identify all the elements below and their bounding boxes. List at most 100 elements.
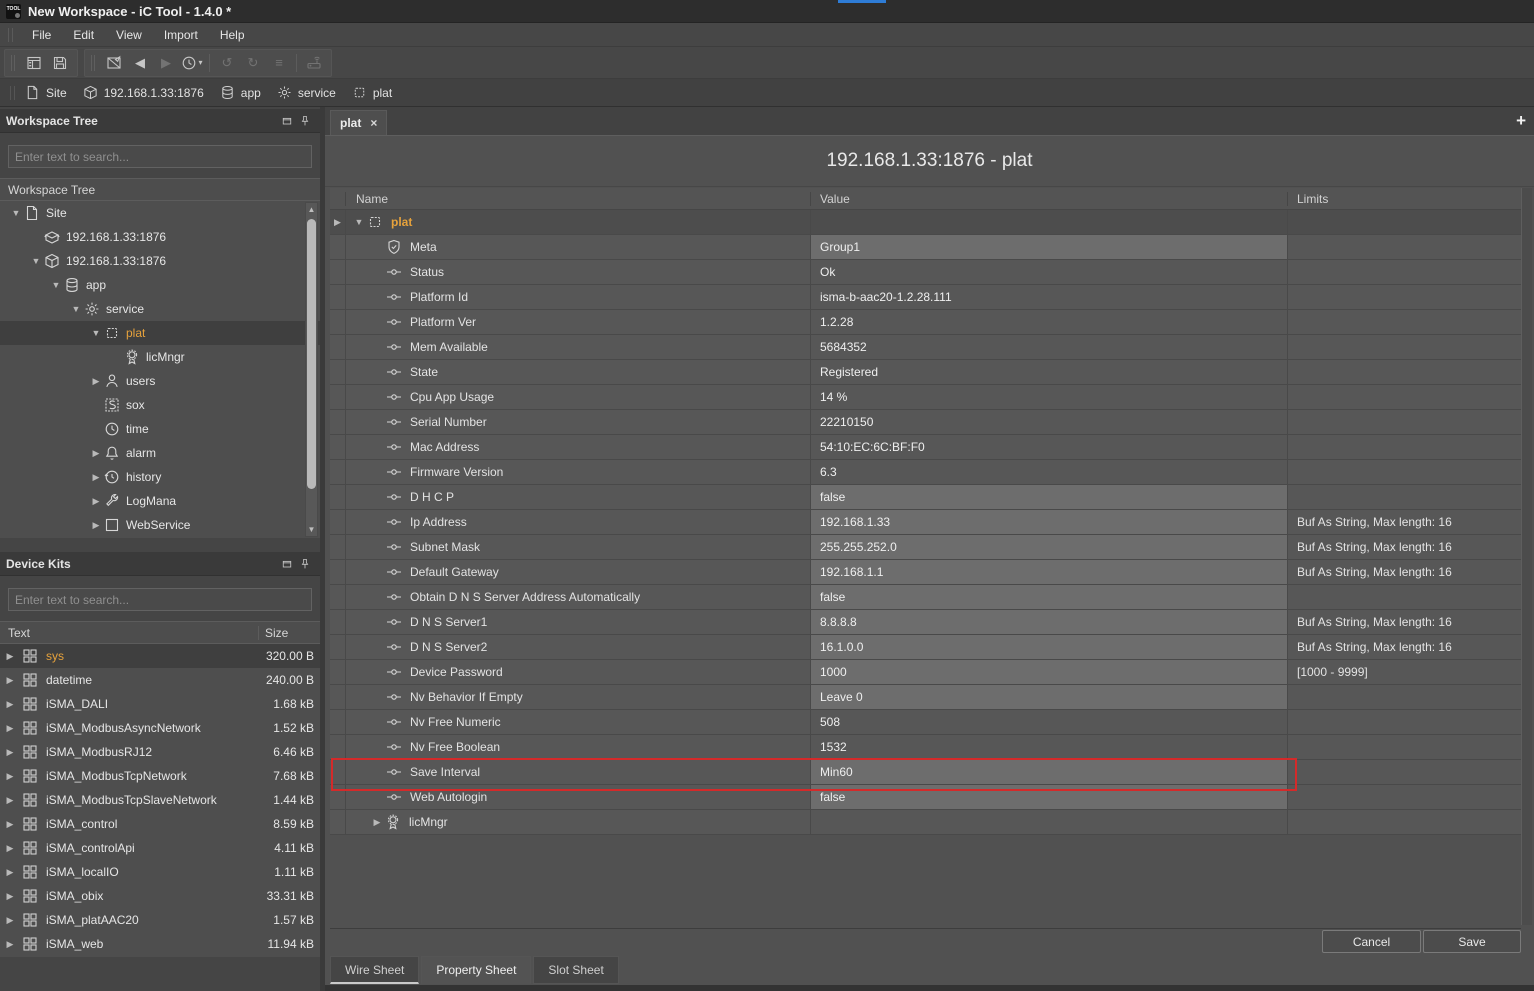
menu-item-help[interactable]: Help	[209, 25, 256, 45]
property-value-cell[interactable]: 255.255.252.0	[810, 535, 1287, 559]
property-row-nv-behavior-if-empty[interactable]: Nv Behavior If EmptyLeave 0	[330, 685, 1521, 710]
save-button[interactable]: Save	[1423, 930, 1521, 953]
property-row-platform-ver[interactable]: Platform Ver1.2.28	[330, 310, 1521, 335]
property-row-obtain-d-n-s-server-address-automatically[interactable]: Obtain D N S Server Address Automaticall…	[330, 585, 1521, 610]
expand-icon[interactable]: ▶	[0, 747, 16, 758]
scroll-down-icon[interactable]: ▼	[306, 523, 317, 536]
tree-item-alarm[interactable]: ▶alarm	[0, 441, 320, 465]
expand-icon[interactable]: ▶	[0, 843, 16, 854]
property-row-web-autologin[interactable]: Web Autologinfalse	[330, 785, 1521, 810]
layout-button[interactable]	[21, 51, 47, 75]
expand-icon[interactable]: ▶	[88, 496, 104, 507]
expand-icon[interactable]: ▶	[0, 915, 16, 926]
collapse-icon[interactable]: ▼	[28, 256, 44, 266]
property-value-cell[interactable]: Min60	[810, 760, 1287, 784]
breadcrumb-item-plat[interactable]: plat	[352, 85, 392, 100]
toolbar-drag-handle[interactable]	[91, 55, 95, 71]
property-value-cell[interactable]: Group1	[810, 235, 1287, 259]
property-row-nv-free-boolean[interactable]: Nv Free Boolean1532	[330, 735, 1521, 760]
property-row-d-n-s-server2[interactable]: D N S Server216.1.0.0Buf As String, Max …	[330, 635, 1521, 660]
property-value-cell[interactable]: false	[810, 485, 1287, 509]
kit-row-isma_localio[interactable]: ▶iSMA_localIO1.11 kB	[0, 860, 320, 884]
breadcrumb-item-site[interactable]: Site	[25, 85, 67, 100]
row-gutter-expander[interactable]: ▶	[330, 210, 345, 234]
property-row-mac-address[interactable]: Mac Address54:10:EC:6C:BF:F0	[330, 435, 1521, 460]
tree-item-time[interactable]: time	[0, 417, 320, 441]
kit-row-sys[interactable]: ▶sys320.00 B	[0, 644, 320, 668]
scroll-up-icon[interactable]: ▲	[306, 203, 317, 216]
property-row-ip-address[interactable]: Ip Address192.168.1.33Buf As String, Max…	[330, 510, 1521, 535]
property-row-nv-free-numeric[interactable]: Nv Free Numeric508	[330, 710, 1521, 735]
menu-item-import[interactable]: Import	[153, 25, 209, 45]
workspace-tree-scrollbar[interactable]: ▲ ▼	[305, 202, 318, 537]
back-arrow-button[interactable]: ◀	[127, 51, 153, 75]
property-value-cell[interactable]: 16.1.0.0	[810, 635, 1287, 659]
collapse-panel-icon[interactable]	[278, 556, 296, 572]
property-row-meta[interactable]: MetaGroup1	[330, 235, 1521, 260]
property-row-default-gateway[interactable]: Default Gateway192.168.1.1Buf As String,…	[330, 560, 1521, 585]
property-row-licmngr[interactable]: ▶licMngr	[330, 810, 1521, 835]
menu-item-edit[interactable]: Edit	[62, 25, 105, 45]
expand-icon[interactable]: ▶	[0, 651, 16, 662]
history-clock-button[interactable]: ▾	[179, 51, 205, 75]
kit-row-isma_control[interactable]: ▶iSMA_control8.59 kB	[0, 812, 320, 836]
expand-icon[interactable]: ▶	[369, 817, 385, 828]
collapse-icon[interactable]: ▼	[48, 280, 64, 290]
property-row-plat[interactable]: ▶▼plat	[330, 210, 1521, 235]
pin-panel-icon[interactable]	[296, 556, 314, 572]
kit-row-isma_web[interactable]: ▶iSMA_web11.94 kB	[0, 932, 320, 956]
expand-icon[interactable]: ▶	[0, 867, 16, 878]
property-value-cell[interactable]: Leave 0	[810, 685, 1287, 709]
view-tab-slot-sheet[interactable]: Slot Sheet	[533, 956, 618, 984]
property-row-status[interactable]: StatusOk	[330, 260, 1521, 285]
property-row-device-password[interactable]: Device Password1000[1000 - 9999]	[330, 660, 1521, 685]
breadcrumb-item-service[interactable]: service	[277, 85, 336, 100]
expand-icon[interactable]: ▶	[88, 448, 104, 459]
property-row-cpu-app-usage[interactable]: Cpu App Usage14 %	[330, 385, 1521, 410]
expand-icon[interactable]: ▶	[0, 939, 16, 950]
floppy-button[interactable]	[47, 51, 73, 75]
view-tab-wire-sheet[interactable]: Wire Sheet	[330, 956, 419, 984]
workspace-tree-search-input[interactable]	[8, 145, 312, 168]
close-tab-icon[interactable]: ×	[370, 116, 377, 130]
menubar-drag-handle[interactable]	[8, 28, 13, 42]
tree-item-logmana[interactable]: ▶LogMana	[0, 489, 320, 513]
property-value-cell[interactable]: 192.168.1.33	[810, 510, 1287, 534]
property-row-subnet-mask[interactable]: Subnet Mask255.255.252.0Buf As String, M…	[330, 535, 1521, 560]
dropdown-caret-icon[interactable]: ▾	[198, 58, 202, 67]
wiresheet-button[interactable]	[101, 51, 127, 75]
property-row-platform-id[interactable]: Platform Idisma-b-aac20-1.2.28.111	[330, 285, 1521, 310]
tree-item-service[interactable]: ▼service	[0, 297, 320, 321]
kit-row-isma_dali[interactable]: ▶iSMA_DALI1.68 kB	[0, 692, 320, 716]
property-value-cell[interactable]: 192.168.1.1	[810, 560, 1287, 584]
cancel-button[interactable]: Cancel	[1322, 930, 1421, 953]
tree-item-users[interactable]: ▶users	[0, 369, 320, 393]
expand-icon[interactable]: ▶	[88, 472, 104, 483]
kit-row-isma_modbusasyncnetwork[interactable]: ▶iSMA_ModbusAsyncNetwork1.52 kB	[0, 716, 320, 740]
collapse-icon[interactable]: ▼	[68, 304, 84, 314]
expand-icon[interactable]: ▶	[0, 699, 16, 710]
collapse-icon[interactable]: ▼	[88, 328, 104, 338]
kit-row-isma_modbustcpnetwork[interactable]: ▶iSMA_ModbusTcpNetwork7.68 kB	[0, 764, 320, 788]
tree-item-192-168-1-33-1876[interactable]: 192.168.1.33:1876	[0, 225, 320, 249]
property-table-scrollbar[interactable]	[1521, 188, 1532, 925]
expand-icon[interactable]: ▶	[88, 376, 104, 387]
kit-row-isma_modbustcpslavenetwork[interactable]: ▶iSMA_ModbusTcpSlaveNetwork1.44 kB	[0, 788, 320, 812]
tree-item-site[interactable]: ▼Site	[0, 201, 320, 225]
kit-row-isma_controlapi[interactable]: ▶iSMA_controlApi4.11 kB	[0, 836, 320, 860]
tab-plat[interactable]: plat ×	[330, 110, 387, 135]
property-row-serial-number[interactable]: Serial Number22210150	[330, 410, 1521, 435]
view-tab-property-sheet[interactable]: Property Sheet	[421, 956, 531, 984]
kit-row-isma_obix[interactable]: ▶iSMA_obix33.31 kB	[0, 884, 320, 908]
property-row-d-h-c-p[interactable]: D H C Pfalse	[330, 485, 1521, 510]
tree-item-192-168-1-33-1876[interactable]: ▼192.168.1.33:1876	[0, 249, 320, 273]
pin-panel-icon[interactable]	[296, 113, 314, 129]
kit-row-isma_modbusrj12[interactable]: ▶iSMA_ModbusRJ126.46 kB	[0, 740, 320, 764]
property-value-cell[interactable]: false	[810, 785, 1287, 809]
property-row-save-interval[interactable]: Save IntervalMin60	[330, 760, 1521, 785]
breadcrumb-item-192-168-1-33-1876[interactable]: 192.168.1.33:1876	[83, 85, 204, 100]
tree-item-app[interactable]: ▼app	[0, 273, 320, 297]
kit-row-isma_plataac20[interactable]: ▶iSMA_platAAC201.57 kB	[0, 908, 320, 932]
tree-item-sox[interactable]: sox	[0, 393, 320, 417]
tree-item-licmngr[interactable]: licMngr	[0, 345, 320, 369]
